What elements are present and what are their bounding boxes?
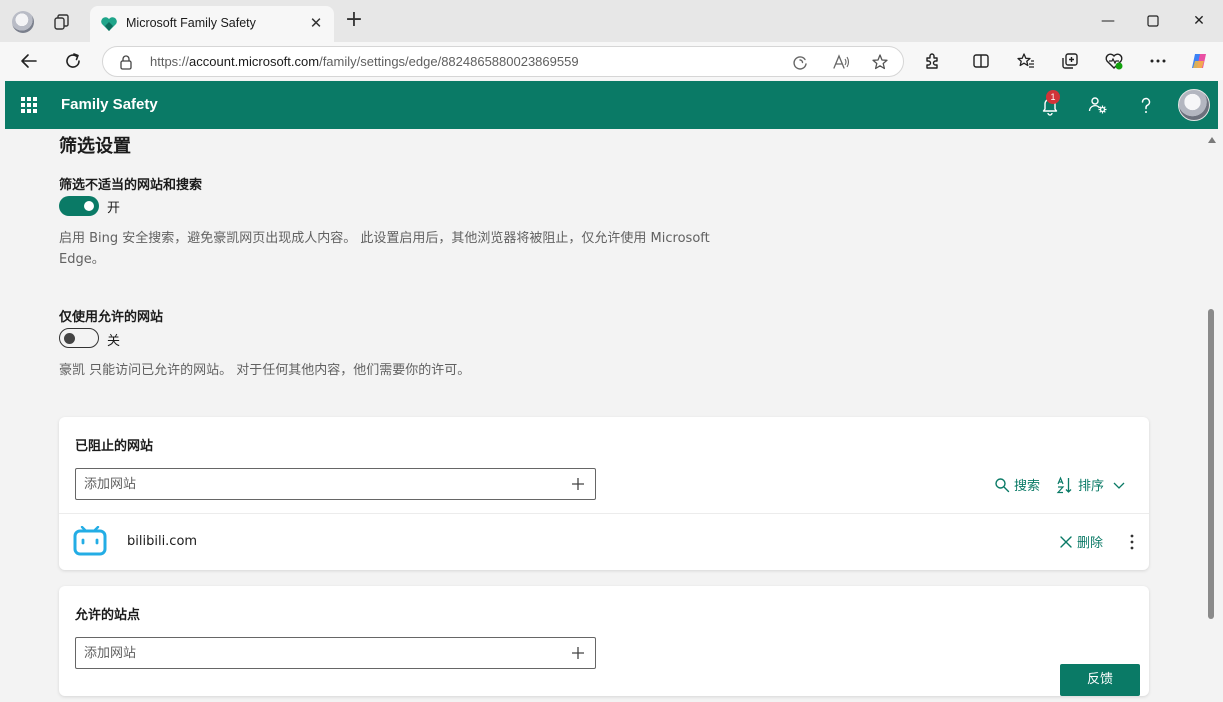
new-tab-icon[interactable]: +: [344, 9, 364, 31]
allowed-only-label: 仅使用允许的网站: [59, 310, 164, 325]
back-icon[interactable]: [19, 51, 39, 71]
sort-az-icon: [1056, 475, 1072, 493]
favorites-icon[interactable]: [1016, 51, 1036, 71]
sort-button[interactable]: 排序: [1056, 475, 1126, 494]
section-title: 筛选设置: [59, 136, 131, 157]
more-vertical-icon[interactable]: [1127, 532, 1137, 552]
split-screen-icon[interactable]: [971, 51, 991, 71]
toggle-knob: [64, 332, 75, 344]
delete-label: 删除: [1077, 536, 1104, 551]
browser-tab-bar: Microsoft Family Safety ✕ + — ✕: [0, 0, 1223, 42]
tab-close-icon[interactable]: ✕: [308, 15, 324, 31]
delete-site-button[interactable]: 删除: [1059, 532, 1103, 551]
family-settings-icon[interactable]: [1087, 94, 1109, 116]
blocked-sites-card: 已阻止的网站 搜索 排序: [59, 417, 1149, 570]
app-header: Family Safety: [5, 81, 1218, 129]
sort-label: 排序: [1078, 479, 1105, 494]
blocked-site-name: bilibili.com: [127, 534, 198, 549]
tab-title: Microsoft Family Safety: [126, 16, 256, 30]
filter-inappropriate-state: 开: [107, 201, 121, 216]
add-plus-icon[interactable]: [570, 645, 586, 661]
blocked-add-site-input[interactable]: [84, 475, 554, 493]
filter-inappropriate-label: 筛选不适当的网站和搜索: [59, 178, 203, 193]
allowed-add-site-input[interactable]: [84, 644, 554, 662]
refresh-icon[interactable]: [63, 51, 83, 71]
main-content: 筛选设置 筛选不适当的网站和搜索 开 启用 Bing 安全搜索，避免豪凯网页出现…: [5, 129, 1205, 702]
allowed-add-site-field[interactable]: [75, 637, 596, 669]
active-tab[interactable]: Microsoft Family Safety ✕: [90, 6, 334, 42]
notification-badge: 1: [1046, 90, 1060, 104]
family-safety-favicon: [101, 17, 117, 31]
filter-inappropriate-description: 启用 Bing 安全搜索，避免豪凯网页出现成人内容。 此设置启用后，其他浏览器将…: [59, 231, 710, 267]
search-button[interactable]: 搜索: [994, 475, 1040, 494]
collections-icon[interactable]: [1060, 51, 1080, 71]
more-options-icon[interactable]: [1148, 51, 1168, 71]
help-icon[interactable]: [1135, 94, 1157, 116]
lock-icon[interactable]: [119, 54, 133, 70]
feedback-button[interactable]: 反馈: [1060, 664, 1140, 696]
allowed-only-state: 关: [107, 334, 121, 349]
maximize-icon[interactable]: [1142, 10, 1164, 32]
account-avatar[interactable]: [1178, 89, 1210, 121]
extensions-icon[interactable]: [923, 51, 943, 71]
close-window-icon[interactable]: ✕: [1188, 10, 1210, 32]
toggle-knob: [84, 201, 94, 211]
favorite-star-icon[interactable]: [871, 53, 889, 71]
search-label: 搜索: [1014, 479, 1041, 494]
filter-inappropriate-toggle[interactable]: [59, 196, 99, 216]
close-icon: [1060, 535, 1072, 548]
scroll-thumb[interactable]: [1208, 309, 1214, 619]
blocked-site-row: bilibili.com 删除: [59, 514, 1149, 570]
url-text: https://account.microsoft.com/family/set…: [150, 54, 579, 69]
blocked-add-site-field[interactable]: [75, 468, 596, 500]
url-field[interactable]: https://account.microsoft.com/family/set…: [102, 46, 904, 77]
allowed-only-toggle[interactable]: [59, 328, 99, 348]
scroll-up-arrow-icon[interactable]: [1208, 137, 1216, 143]
workspaces-icon[interactable]: [52, 12, 72, 32]
app-launcher-icon[interactable]: [21, 97, 37, 113]
browser-essentials-icon[interactable]: [1104, 51, 1124, 71]
read-aloud-icon[interactable]: [832, 53, 850, 71]
bilibili-logo-icon: [73, 526, 107, 556]
blocked-sites-title: 已阻止的网站: [75, 439, 154, 454]
allowed-sites-title: 允许的站点: [75, 608, 141, 623]
search-icon: [995, 477, 1010, 492]
app-title[interactable]: Family Safety: [61, 96, 158, 113]
address-bar-row: https://account.microsoft.com/family/set…: [0, 42, 1223, 80]
edge-copilot-icon[interactable]: [791, 53, 809, 71]
allowed-only-description: 豪凯 只能访问已允许的网站。 对于任何其他内容，他们需要你的许可。: [59, 363, 471, 378]
profile-avatar[interactable]: [12, 11, 34, 33]
add-plus-icon[interactable]: [570, 476, 586, 492]
page-scrollbar[interactable]: [1205, 129, 1218, 702]
allowed-sites-card: 允许的站点: [59, 586, 1149, 696]
chevron-down-icon: [1113, 482, 1125, 489]
copilot-icon[interactable]: [1189, 51, 1209, 71]
minimize-icon[interactable]: —: [1097, 10, 1119, 32]
